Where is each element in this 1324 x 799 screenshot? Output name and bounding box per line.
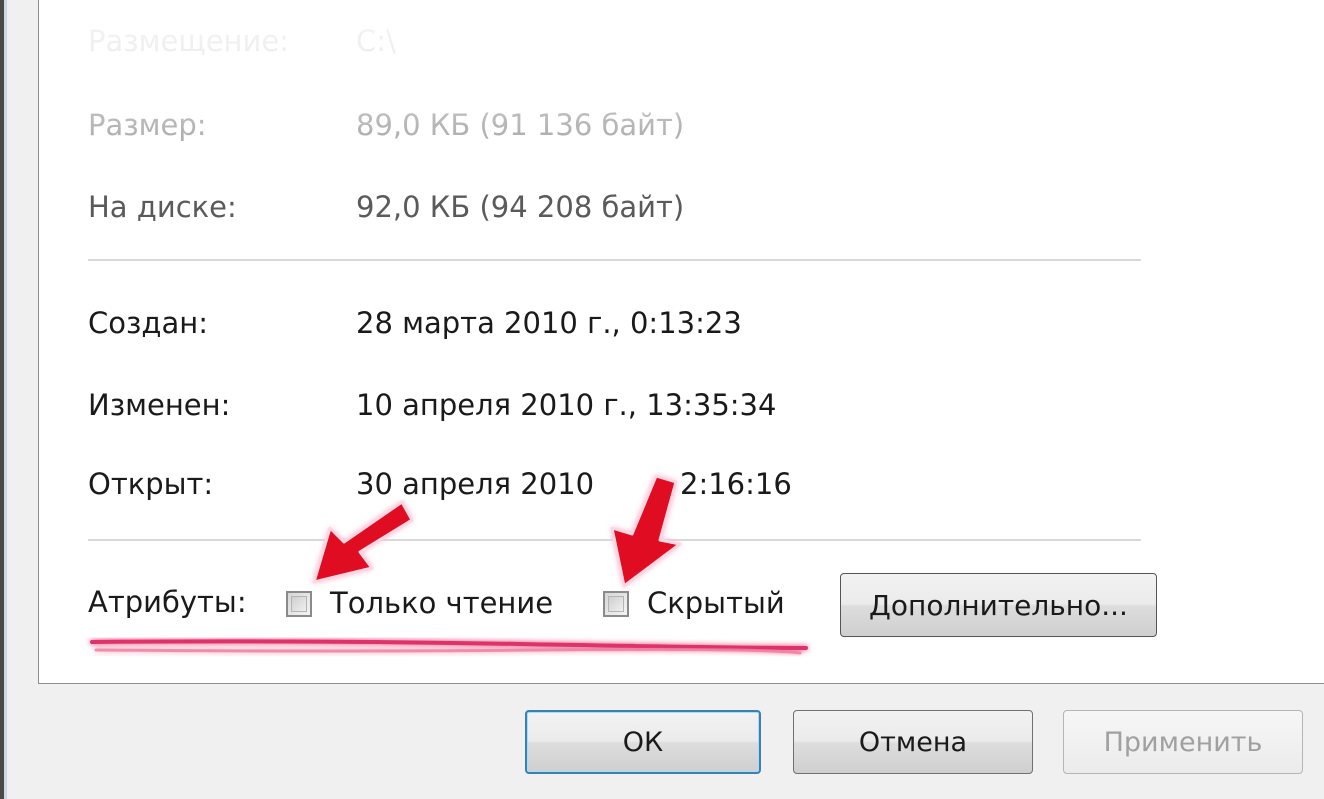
on-disk-label: На диске: bbox=[88, 190, 237, 224]
modified-label: Изменен: bbox=[88, 388, 231, 422]
size-value: 89,0 КБ (91 136 байт) bbox=[356, 108, 685, 142]
separator-2 bbox=[88, 539, 1141, 541]
accessed-value-time: 2:16:16 bbox=[680, 467, 792, 501]
location-label: Размещение: bbox=[88, 24, 289, 58]
read-only-checkbox-label[interactable]: Только чтение bbox=[330, 586, 553, 620]
modified-value: 10 апреля 2010 г., 13:35:34 bbox=[356, 388, 777, 422]
on-disk-value: 92,0 КБ (94 208 байт) bbox=[356, 190, 685, 224]
separator-1 bbox=[88, 259, 1141, 261]
accessed-label: Открыт: bbox=[88, 467, 214, 501]
apply-button: Применить bbox=[1063, 710, 1303, 774]
advanced-button[interactable]: Дополнительно... bbox=[840, 573, 1157, 637]
file-properties-dialog: Размещение: C:\ Размер: 89,0 КБ (91 136 … bbox=[0, 0, 1324, 799]
accessed-value-date: 30 апреля 2010 bbox=[356, 467, 595, 501]
attributes-label: Атрибуты: bbox=[88, 585, 247, 619]
size-label: Размер: bbox=[88, 108, 207, 142]
hidden-checkbox[interactable] bbox=[603, 591, 629, 617]
read-only-checkbox[interactable] bbox=[286, 591, 312, 617]
window-edge-highlight bbox=[4, 0, 7, 799]
cancel-button[interactable]: Отмена bbox=[793, 710, 1033, 774]
created-value: 28 марта 2010 г., 0:13:23 bbox=[356, 306, 742, 340]
location-value: C:\ bbox=[356, 24, 396, 58]
created-label: Создан: bbox=[88, 306, 208, 340]
ok-button[interactable]: ОК bbox=[525, 710, 761, 774]
hidden-checkbox-label[interactable]: Скрытый bbox=[647, 586, 785, 620]
